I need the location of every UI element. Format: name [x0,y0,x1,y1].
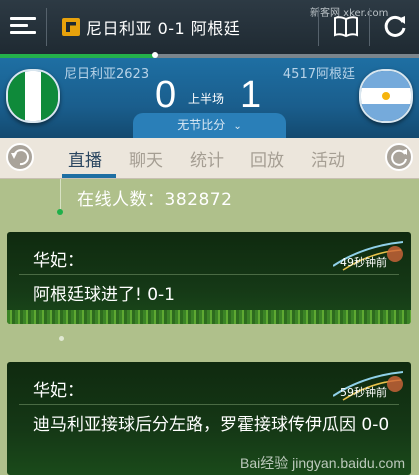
league-icon [62,18,80,36]
top-bar: 尼日利亚 0-1 阿根廷 新客网 xker.com [0,0,419,54]
chevron-down-icon: ⌄ [233,121,242,132]
menu-icon[interactable] [10,13,36,39]
commentator-name: 华妃： [33,381,84,401]
feed-card: 华妃： 49秒钟前 阿根廷球进了! 0-1 [7,232,411,324]
online-count: 在线人数：382872 [77,190,233,210]
message-time: 59秒钟前 [340,386,387,399]
title-group: 尼日利亚 0-1 阿根廷 [62,16,240,38]
divider [46,8,47,46]
refresh-button[interactable] [385,143,413,171]
commentator-name: 华妃： [33,251,84,271]
away-score: 1 [240,74,262,116]
back-button[interactable] [6,143,34,171]
timeline-dot [59,336,64,341]
page-title: 尼日利亚 0-1 阿根廷 [86,19,241,38]
timeline-dot [57,209,63,215]
refresh-icon[interactable] [382,13,408,39]
message-text: 迪马利亚接球后分左路，罗霍接球传伊瓜因 0-0 [33,415,390,435]
tab-replay[interactable]: 回放 [250,146,284,171]
home-team-name: 尼日利亚2623 [64,67,150,82]
feed-card: 华妃： 59秒钟前 迪马利亚接球后分左路，罗霍接球传伊瓜因 0-0 Bai经验 … [7,362,411,475]
divider [369,8,370,46]
grass-decoration [7,310,411,324]
home-score: 0 [155,74,177,116]
nigeria-flag-icon[interactable] [6,69,60,123]
tab-events[interactable]: 活动 [311,146,345,171]
tab-live[interactable]: 直播 [68,146,102,171]
live-feed: 在线人数：382872 华妃： 49秒钟前 阿根廷球进了! 0-1 华妃： 59… [0,179,419,475]
message-time: 49秒钟前 [340,256,387,269]
divider [318,8,319,46]
odds-label: 无节比分 [177,118,226,132]
baidu-watermark: Bai经验 jingyan.baidu.com [240,455,405,471]
away-team-name: 4517阿根廷 [282,67,355,82]
odds-dropdown[interactable]: 无节比分 ⌄ [133,113,286,138]
active-tab-indicator [62,174,116,178]
tab-bar: 直播 聊天 统计 回放 活动 [0,138,419,179]
timeline-line [60,179,61,209]
tab-chat[interactable]: 聊天 [129,146,163,171]
argentina-flag-icon[interactable] [359,69,413,123]
tab-stats[interactable]: 统计 [190,146,224,171]
score-header: 尼日利亚2623 0 上半场 1 4517阿根廷 无节比分 ⌄ [0,58,419,138]
message-text: 阿根廷球进了! 0-1 [33,285,175,305]
book-icon[interactable] [333,14,359,38]
match-period: 上半场 [188,92,225,106]
card-divider [19,404,399,405]
card-divider [19,274,399,275]
